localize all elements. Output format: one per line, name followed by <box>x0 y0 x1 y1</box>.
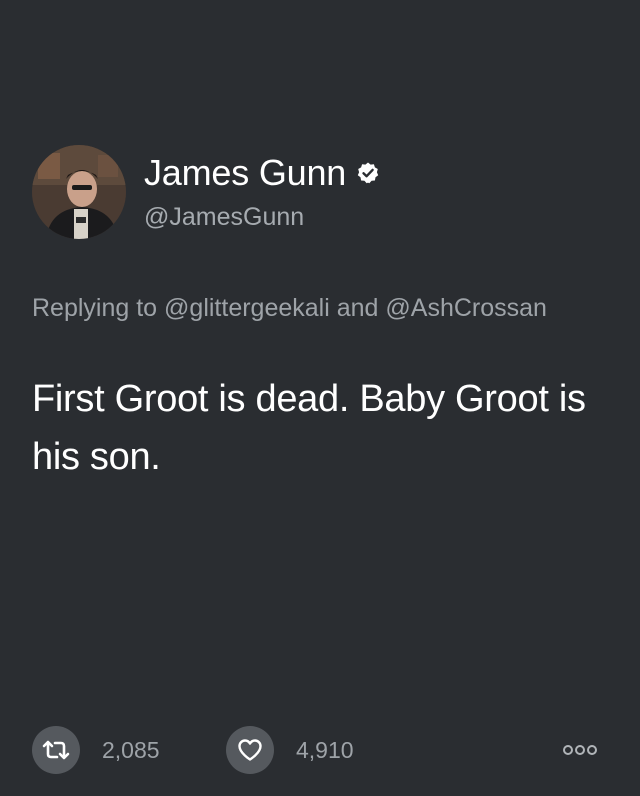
heart-icon <box>238 739 262 761</box>
more-icon <box>563 745 597 755</box>
verified-badge-icon <box>356 161 380 185</box>
more-button[interactable] <box>560 740 600 760</box>
user-handle[interactable]: @JamesGunn <box>144 202 380 232</box>
display-name[interactable]: James Gunn <box>144 152 346 194</box>
name-row: James Gunn <box>144 152 380 194</box>
like-action[interactable]: 4,910 <box>226 726 354 774</box>
tweet-card: James Gunn @JamesGunn Replying to @glitt… <box>0 0 640 796</box>
replying-to-label: Replying to <box>32 294 158 322</box>
author-info: James Gunn @JamesGunn <box>144 152 380 232</box>
tweet-header: James Gunn @JamesGunn <box>32 145 380 239</box>
avatar[interactable] <box>32 145 126 239</box>
retweet-action[interactable]: 2,085 <box>32 726 160 774</box>
retweet-button[interactable] <box>32 726 80 774</box>
retweet-icon <box>42 740 70 760</box>
tweet-text: First Groot is dead. Baby Groot is his s… <box>32 378 586 478</box>
conjunction-text: and <box>336 294 379 322</box>
mention-link[interactable]: @AshCrossan <box>385 294 547 322</box>
like-count: 4,910 <box>296 736 354 763</box>
like-button[interactable] <box>226 726 274 774</box>
mention-link[interactable]: @glittergeekali <box>164 294 330 322</box>
action-bar: 2,085 4,910 <box>32 726 608 774</box>
retweet-count: 2,085 <box>102 736 160 763</box>
replying-to: Replying to @glittergeekali and @AshCros… <box>32 292 592 325</box>
